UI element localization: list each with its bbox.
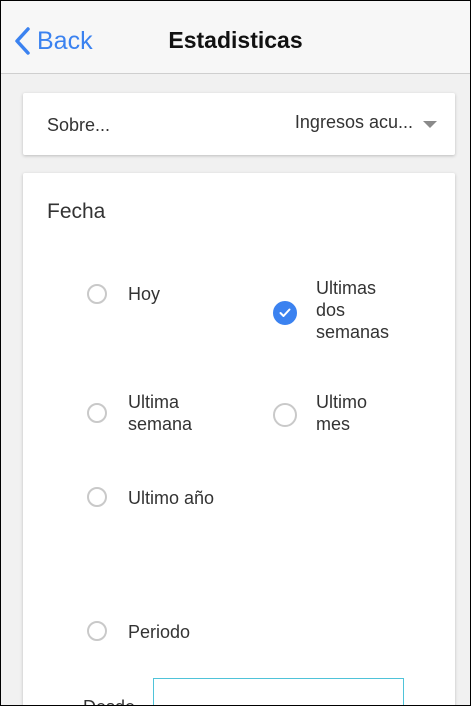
radio-option-ultimo-mes[interactable]: Ultimo mes — [273, 391, 386, 435]
radio-label: Periodo — [128, 622, 191, 642]
radio-label: Ultimo año — [128, 488, 215, 508]
caret-down-icon — [423, 120, 437, 128]
radio-option-hoy[interactable]: Hoy — [87, 284, 228, 305]
radio-option-ultimas-dos-semanas[interactable]: Ultimas dos semanas — [273, 277, 396, 343]
radio-circle-checked — [273, 301, 297, 325]
about-selected-value: Ingresos acu... — [294, 112, 413, 132]
app-frame: Back Estadisticas Sobre... Ingresos acu.… — [0, 0, 471, 706]
from-label: Desde — [83, 697, 135, 705]
about-label: Sobre... — [47, 115, 111, 135]
radio-circle — [87, 403, 107, 423]
radio-circle — [273, 403, 297, 427]
radio-label: Ultimas dos semanas — [316, 278, 390, 342]
radio-label: Ultima semana — [128, 392, 193, 434]
date-section-title: Fecha — [47, 200, 106, 223]
radio-circle — [87, 284, 107, 304]
check-icon — [279, 308, 291, 317]
radio-label: Hoy — [128, 284, 161, 304]
page-title: Estadisticas — [168, 27, 303, 53]
from-date-input[interactable] — [153, 678, 404, 705]
radio-circle — [87, 621, 107, 641]
radio-option-periodo[interactable]: Periodo — [87, 621, 228, 643]
date-card: Fecha Hoy Ultimas dos semanas Ultima sem… — [23, 173, 455, 705]
radio-option-ultimo-ano[interactable]: Ultimo año — [87, 487, 268, 509]
radio-label: Ultimo mes — [316, 392, 368, 434]
nav-header: Back Estadisticas — [1, 1, 470, 74]
radio-circle — [87, 487, 107, 507]
about-select[interactable]: Ingresos acu... — [295, 112, 437, 133]
about-card: Sobre... Ingresos acu... — [23, 93, 455, 155]
radio-option-ultima-semana[interactable]: Ultima semana — [87, 391, 208, 435]
